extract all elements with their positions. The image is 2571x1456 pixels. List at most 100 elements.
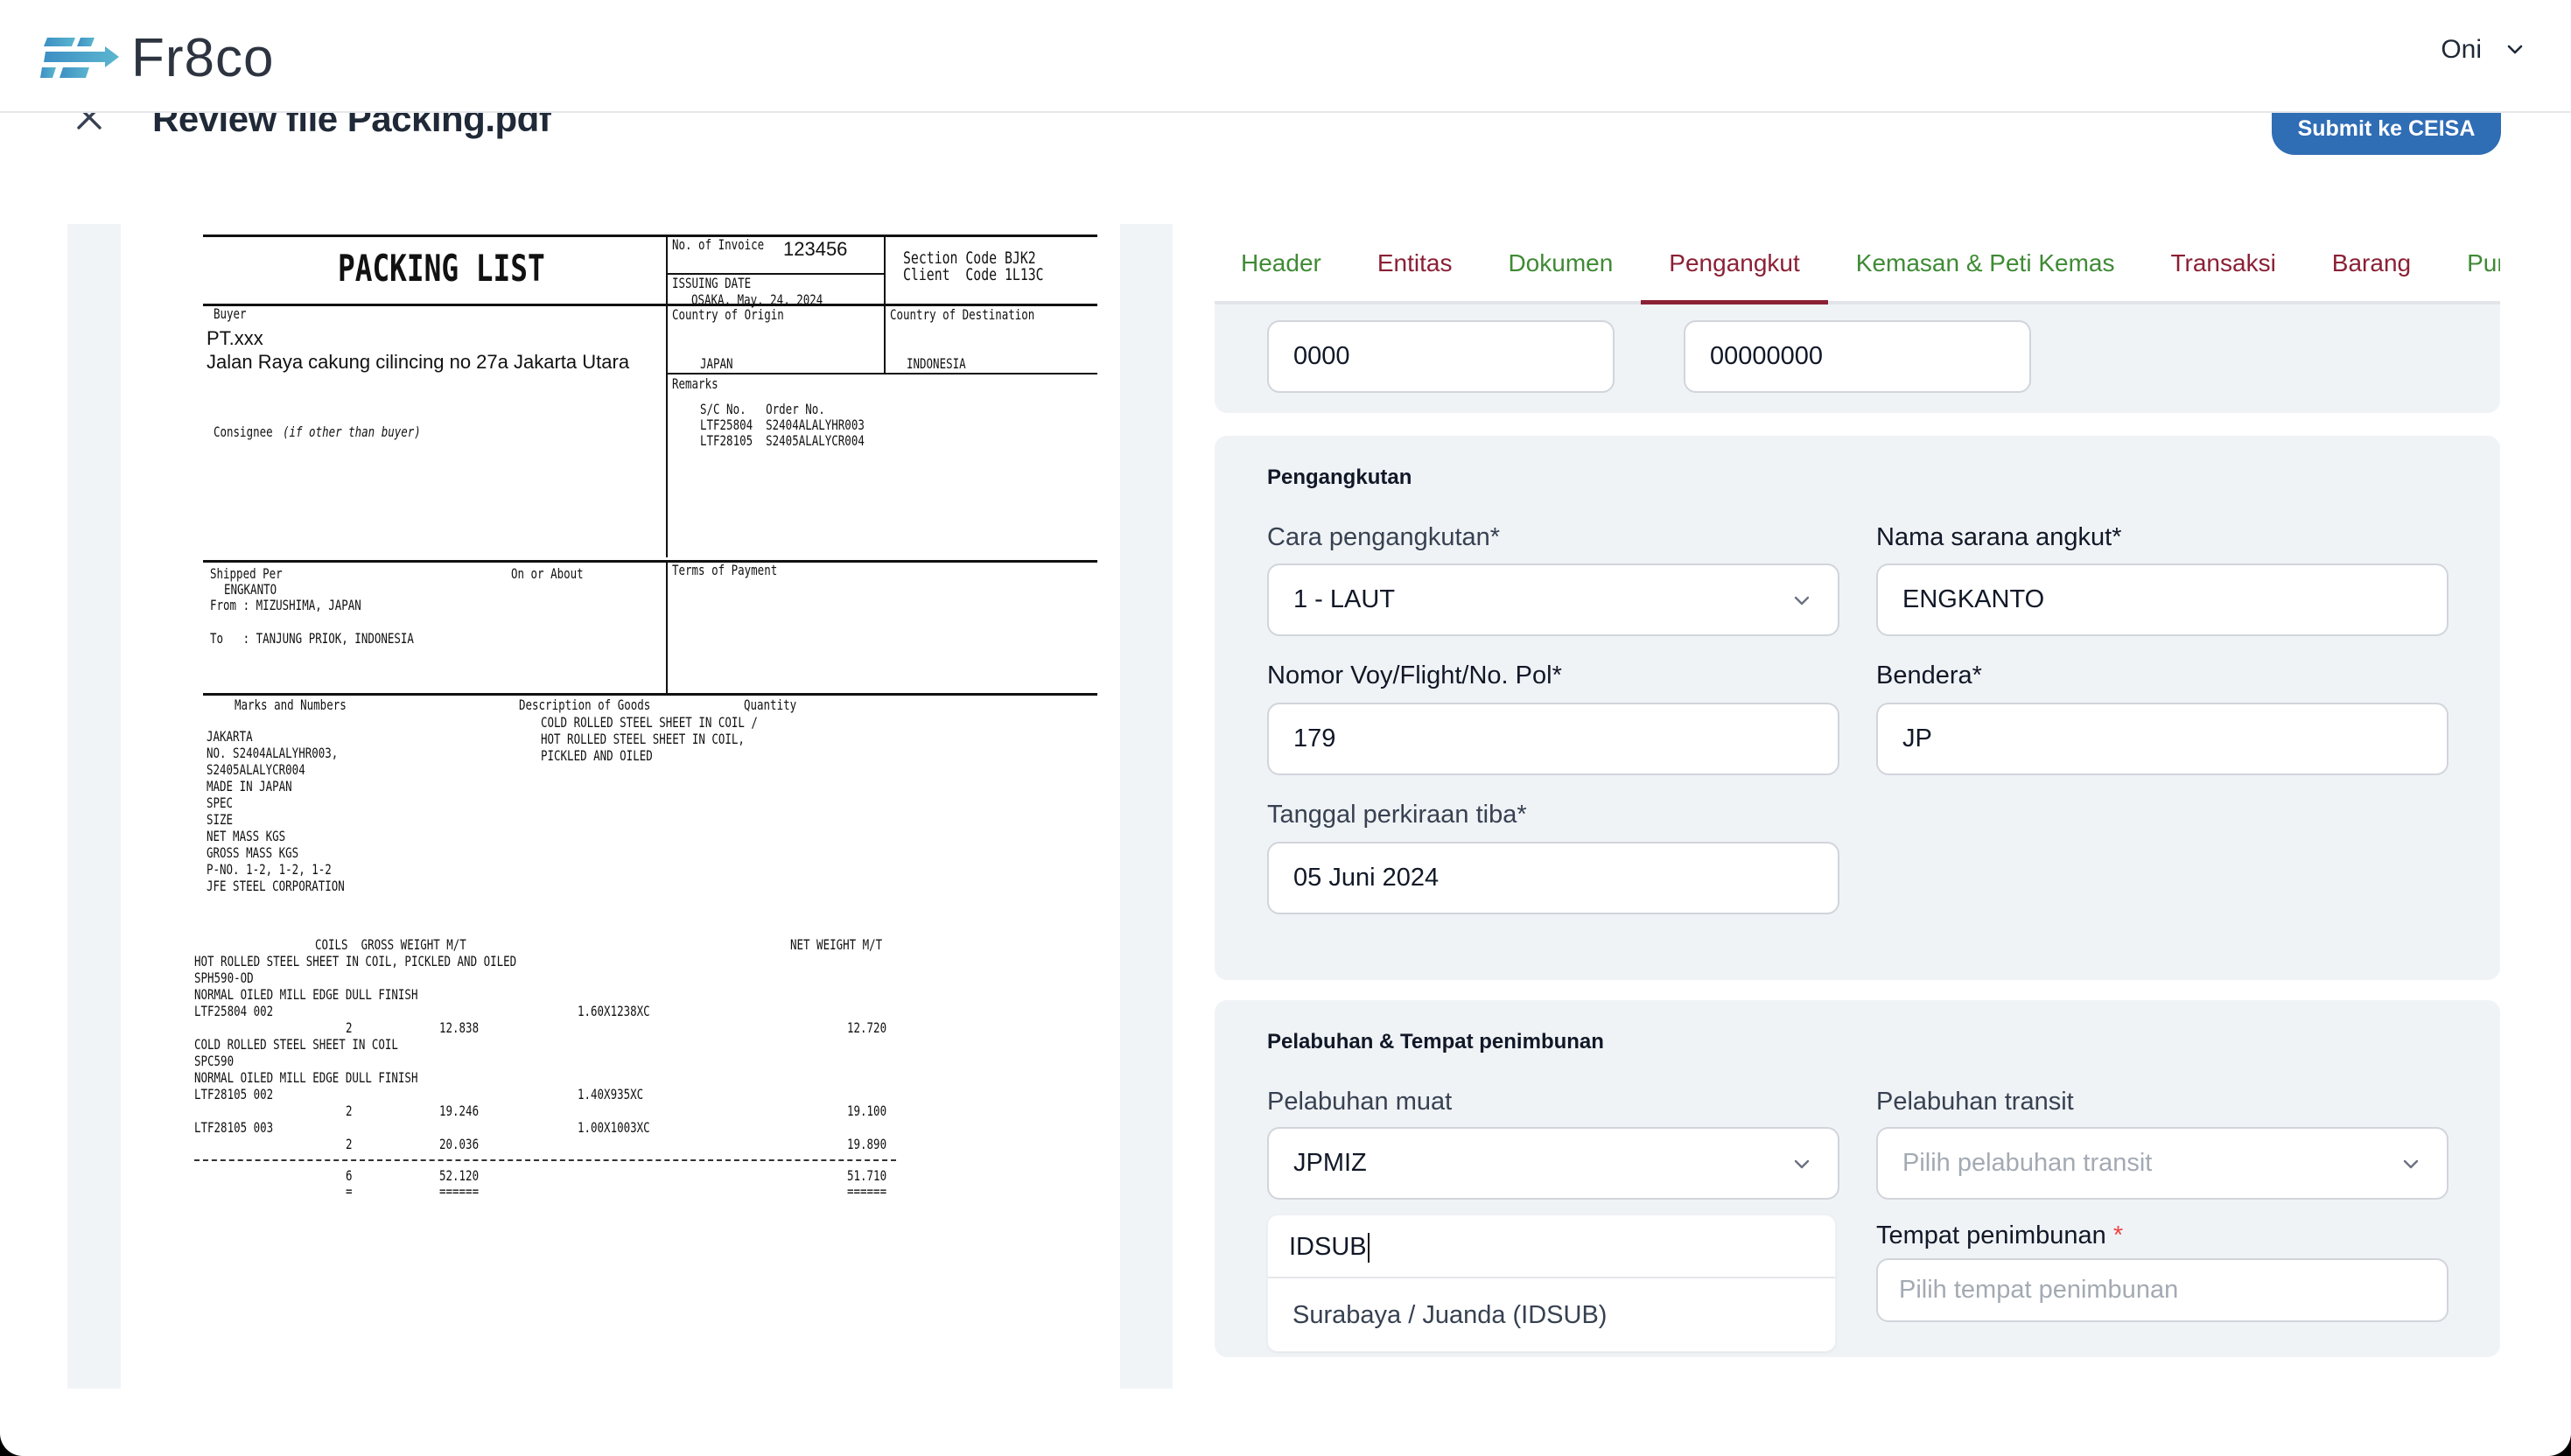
origin-label: Country of Origin	[672, 306, 784, 323]
chevron-down-icon	[1794, 596, 1810, 606]
label-nama-sarana: Nama sarana angkut*	[1876, 523, 2122, 551]
input-nomor-voy[interactable]: 179	[1267, 703, 1839, 775]
select-value: JPMIZ	[1293, 1149, 1367, 1177]
to-line: To : TANJUNG PRIOK, INDONESIA	[210, 630, 414, 647]
dropdown-option[interactable]: Surabaya / Juanda (IDSUB)	[1268, 1278, 1835, 1351]
tab-pengangkut[interactable]: Pengangkut	[1641, 231, 1829, 304]
text-cursor	[1367, 1233, 1370, 1264]
top-field-2[interactable]: 00000000	[1684, 320, 2031, 393]
select-tempat-penimbunan[interactable]: Pilih tempat penimbunan	[1876, 1258, 2448, 1322]
goods-desc-line: NORMAL OILED MILL EDGE DULL FINISH	[194, 1069, 418, 1086]
section-title-pengangkutan: Pengangkutan	[1267, 466, 1412, 489]
tab-transaksi[interactable]: Transaksi	[2142, 231, 2303, 304]
total-gross: 52.120	[439, 1167, 480, 1184]
shipped-per-label: Shipped Per	[210, 565, 283, 582]
from-line: From : MIZUSHIMA, JAPAN	[210, 597, 361, 613]
vessel-name: ENGKANTO	[224, 581, 277, 598]
quantity-label: Quantity	[744, 696, 797, 713]
section-title-pelabuhan: Pelabuhan & Tempat penimbunan	[1267, 1030, 1604, 1054]
marks-line: JFE STEEL CORPORATION	[207, 878, 345, 894]
marks-line: NO. S2404ALALYHR003,	[207, 745, 339, 761]
select-cara-pengangkutan[interactable]: 1 - LAUT	[1267, 564, 1839, 636]
total-net: 51.710	[847, 1167, 887, 1184]
goods-size: 1.60X1238XC	[578, 1003, 650, 1019]
select-value: 1 - LAUT	[1293, 585, 1396, 613]
card-previous-section: 0000 00000000	[1215, 304, 2500, 413]
goods-coils: 2	[346, 1019, 353, 1036]
goods-lot: LTF25804 002	[194, 1003, 274, 1019]
chevron-down-icon	[2507, 45, 2523, 54]
goods-gross: 20.036	[439, 1136, 480, 1152]
goods-desc-line: SPC590	[194, 1053, 235, 1069]
pdf-viewer[interactable]: PACKING LIST No. of Invoice 123456 ISSUI…	[67, 224, 1173, 1389]
brand-logo[interactable]: Fr8co	[40, 28, 274, 88]
goods-coils: 2	[346, 1136, 353, 1152]
top-field-1[interactable]: 0000	[1267, 320, 1615, 393]
remarks-line: LTF25804 S2404ALALYHR003	[700, 416, 865, 433]
description-line: PICKLED AND OILED	[541, 747, 653, 764]
description-line: HOT ROLLED STEEL SHEET IN COIL,	[541, 731, 745, 747]
consignee-label: Consignee	[214, 424, 273, 440]
chevron-down-icon	[1794, 1159, 1810, 1169]
required-mark: *	[2112, 1222, 2124, 1250]
doc-rule	[203, 560, 1097, 563]
invoice-number: 123456	[783, 238, 848, 260]
marks-line: JAKARTA	[207, 728, 253, 745]
client-code: Client Code 1L13C	[903, 265, 1044, 284]
label-text: Tempat penimbunan	[1876, 1222, 2106, 1250]
marks-line: MADE IN JAPAN	[207, 778, 292, 794]
select-pelabuhan-muat[interactable]: JPMIZ	[1267, 1127, 1839, 1200]
label-nomor-voy: Nomor Voy/Flight/No. Pol*	[1267, 662, 1562, 690]
remarks-line: LTF28105 S2405ALALYCR004	[700, 432, 865, 449]
tab-pungutan[interactable]: Pungutan	[2439, 231, 2500, 304]
doc-rule	[203, 234, 1097, 237]
goods-gross: 12.838	[439, 1019, 480, 1036]
total-underline: =	[346, 1183, 353, 1200]
origin-value: JAPAN	[700, 355, 733, 372]
search-text: IDSUB	[1289, 1233, 1367, 1261]
remarks-label: Remarks	[672, 375, 718, 392]
select-pelabuhan-transit[interactable]: Pilih pelabuhan transit	[1876, 1127, 2448, 1200]
doc-rule	[666, 560, 668, 693]
consignee-note: (if other than buyer)	[283, 424, 421, 440]
goods-desc-line: SPH590-OD	[194, 970, 254, 986]
buyer-label: Buyer	[214, 305, 247, 322]
tab-header[interactable]: Header	[1215, 231, 1349, 304]
goods-desc-line: HOT ROLLED STEEL SHEET IN COIL, PICKLED …	[194, 953, 517, 970]
tab-dokumen[interactable]: Dokumen	[1480, 231, 1641, 304]
chevron-down-icon	[2403, 1159, 2419, 1169]
label-pelabuhan-transit: Pelabuhan transit	[1876, 1088, 2074, 1116]
table-header-right: NET WEIGHT M/T	[790, 936, 883, 953]
goods-size: 1.40X935XC	[578, 1086, 644, 1102]
input-nama-sarana[interactable]: ENGKANTO	[1876, 564, 2448, 636]
goods-lot: LTF28105 003	[194, 1119, 274, 1136]
tab-entitas[interactable]: Entitas	[1349, 231, 1481, 304]
marks-line: GROSS MASS KGS	[207, 844, 299, 861]
label-tanggal-tiba: Tanggal perkiraan tiba*	[1267, 801, 1527, 829]
input-tanggal-tiba[interactable]: 05 Juni 2024	[1267, 842, 1839, 914]
label-tempat-penimbunan: Tempat penimbunan *	[1876, 1222, 2123, 1250]
input-bendera[interactable]: JP	[1876, 703, 2448, 775]
card-pelabuhan: Pelabuhan & Tempat penimbunan Pelabuhan …	[1215, 1000, 2500, 1357]
card-pengangkutan: Pengangkutan Cara pengangkutan* 1 - LAUT…	[1215, 436, 2500, 980]
user-menu[interactable]: Oni	[2441, 35, 2525, 65]
marks-line: S2405ALALYCR004	[207, 761, 305, 778]
goods-net: 12.720	[847, 1019, 887, 1036]
tab-barang[interactable]: Barang	[2304, 231, 2439, 304]
pelabuhan-search-input[interactable]: IDSUB	[1268, 1215, 1835, 1278]
goods-gross: 19.246	[439, 1102, 480, 1119]
table-header-left: COILS GROSS WEIGHT M/T	[315, 936, 466, 953]
goods-net: 19.100	[847, 1102, 887, 1119]
invoice-label: No. of Invoice	[672, 236, 765, 253]
goods-lot: LTF28105 002	[194, 1086, 274, 1102]
tab-kemasan-peti-kemas[interactable]: Kemasan & Peti Kemas	[1828, 231, 2143, 304]
total-underline: ======	[439, 1183, 480, 1200]
doc-dashed-rule	[194, 1159, 896, 1161]
marks-line: SIZE	[207, 811, 234, 828]
description-line: COLD ROLLED STEEL SHEET IN COIL /	[541, 714, 758, 731]
pdf-page: PACKING LIST No. of Invoice 123456 ISSUI…	[121, 224, 1120, 1389]
brand-name: Fr8co	[131, 27, 275, 88]
doc-rule	[666, 234, 668, 557]
marks-line: P-NO. 1-2, 1-2, 1-2	[207, 861, 332, 878]
destination-value: INDONESIA	[907, 355, 966, 372]
